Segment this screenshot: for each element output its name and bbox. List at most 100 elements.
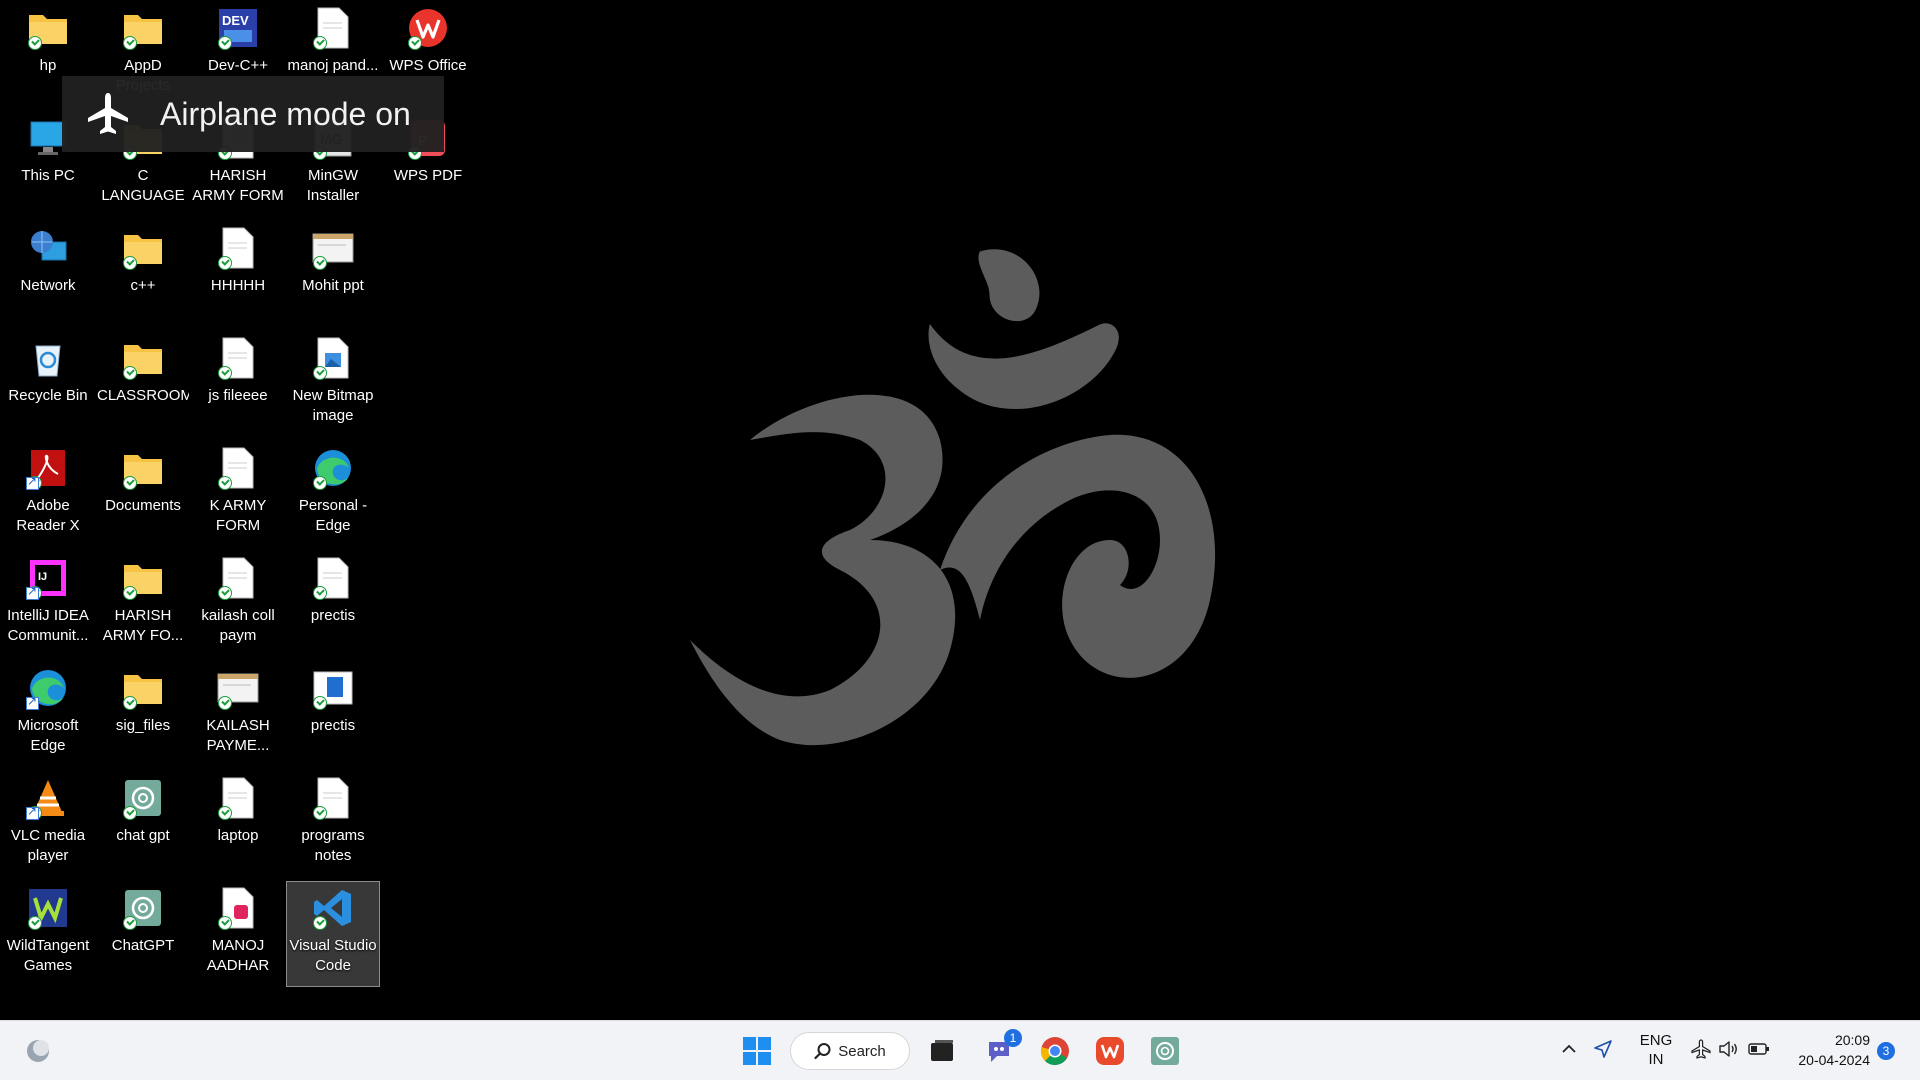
desktop-icon-harish-army-fo[interactable]: HARISH ARMY FO... — [97, 552, 189, 656]
desktop-icon-label: KAILASH PAYME... — [206, 717, 270, 754]
desktop-icon-label: HARISH ARMY FO... — [102, 607, 184, 644]
folder-icon — [121, 226, 165, 270]
battery-button[interactable] — [1747, 1038, 1771, 1064]
chatgpt-taskbar-button[interactable] — [1145, 1029, 1185, 1073]
notification-count-badge[interactable]: 3 — [1877, 1042, 1895, 1060]
sync-status-icon — [123, 476, 137, 490]
sync-status-icon — [313, 476, 327, 490]
desktop-icon-recycle-bin[interactable]: Recycle Bin — [2, 332, 94, 436]
desktop-icon-vlc-media-player[interactable]: VLC media player — [2, 772, 94, 876]
search-box[interactable]: Search — [790, 1032, 910, 1070]
folder-icon — [121, 6, 165, 50]
sync-status-icon — [313, 916, 327, 930]
edge-icon — [26, 666, 70, 710]
desktop-icon-prectis[interactable]: prectis — [287, 552, 379, 656]
chatgpt-icon — [121, 886, 165, 930]
desktop-icon-c[interactable]: c++ — [97, 222, 189, 326]
chevron-up-icon — [1562, 1044, 1576, 1053]
speaker-icon — [1719, 1041, 1737, 1057]
wps-icon — [406, 6, 450, 50]
teams-chat-button[interactable]: 1 — [980, 1029, 1022, 1073]
desktop-icon-documents[interactable]: Documents — [97, 442, 189, 546]
sync-status-icon — [123, 366, 137, 380]
svg-text:IJ: IJ — [38, 571, 47, 583]
intellij-icon: IJ — [26, 556, 70, 600]
sync-status-icon — [313, 36, 327, 50]
clock-time: 20:09 — [1834, 1032, 1870, 1048]
widgets-weather-button[interactable] — [18, 1029, 58, 1073]
chrome-button[interactable] — [1035, 1029, 1075, 1073]
bitmap-icon — [311, 336, 355, 380]
desktop-icon-label: Recycle Bin — [8, 387, 88, 404]
sync-status-icon — [313, 696, 327, 710]
desktop-icon-chat-gpt[interactable]: chat gpt — [97, 772, 189, 876]
desktop-icon-label: prectis — [310, 717, 356, 734]
sync-status-icon — [218, 256, 232, 270]
sync-status-icon — [218, 476, 232, 490]
desktop-icon-network[interactable]: Network — [2, 222, 94, 326]
sync-status-icon — [218, 36, 232, 50]
recycle-icon — [26, 336, 70, 380]
desktop-icon-label: kailash coll paym — [201, 607, 275, 644]
desktop-icon-microsoft-edge[interactable]: Microsoft Edge — [2, 662, 94, 766]
desktop-icon-prectis[interactable]: prectis — [287, 662, 379, 766]
shortcut-arrow-icon — [26, 474, 39, 490]
desktop-icon-laptop[interactable]: laptop — [192, 772, 284, 876]
desktop-icon-hhhhh[interactable]: HHHHH — [192, 222, 284, 326]
sync-status-icon — [28, 36, 42, 50]
folder-icon — [121, 556, 165, 600]
desktop-icon-label: chat gpt — [116, 827, 170, 844]
task-view-button[interactable] — [922, 1029, 962, 1073]
network-status-button[interactable] — [1690, 1038, 1712, 1064]
clock-date: 20-04-2024 — [1798, 1052, 1870, 1068]
desktop-icon-label: Visual Studio Code — [289, 937, 377, 974]
wps-taskbar-button[interactable] — [1090, 1029, 1130, 1073]
desktop-icon-programs-notes[interactable]: programs notes — [287, 772, 379, 876]
desktop-icon-kailash-payme[interactable]: KAILASH PAYME... — [192, 662, 284, 766]
doc-icon — [216, 776, 260, 820]
location-button[interactable] — [1592, 1038, 1614, 1064]
desktop-icon-sig-files[interactable]: sig_files — [97, 662, 189, 766]
start-button[interactable] — [737, 1029, 777, 1073]
desktop-icon-js-fileeee[interactable]: js fileeee — [192, 332, 284, 436]
task-view-icon — [931, 1040, 953, 1061]
input-language-button[interactable]: ENG IN — [1636, 1031, 1676, 1069]
sync-status-icon — [218, 806, 232, 820]
desktop-icon-intellij-idea-communit[interactable]: IJ IntelliJ IDEA Communit... — [2, 552, 94, 656]
desktop-icon-mohit-ppt[interactable]: Mohit ppt — [287, 222, 379, 326]
om-wallpaper — [690, 249, 1216, 746]
desktop-icon-label: laptop — [217, 827, 259, 844]
desktop-icon-label: js fileeee — [208, 387, 268, 404]
sync-status-icon — [408, 36, 422, 50]
desktop-icon-visual-studio-code[interactable]: Visual Studio Code — [286, 881, 380, 987]
desktop-icon-label: Mohit ppt — [302, 277, 364, 294]
desktop-icon-wildtangent-games[interactable]: WildTangent Games — [2, 882, 94, 986]
devcpp-icon: DEV — [216, 6, 260, 50]
show-hidden-icons-button[interactable] — [1558, 1038, 1580, 1064]
sync-status-icon — [28, 916, 42, 930]
desktop-icon-new-bitmap-image[interactable]: New Bitmap image — [287, 332, 379, 436]
volume-button[interactable] — [1717, 1038, 1739, 1064]
desktop-icon-label: MANOJ AADHAR — [206, 937, 270, 974]
sync-status-icon — [123, 586, 137, 600]
taskbar: Search 1 ENG IN 20:09 20-04-2024 3 — [0, 1020, 1920, 1080]
sync-status-icon — [123, 256, 137, 270]
desktop-icon-adobe-reader-x[interactable]: Adobe Reader X — [2, 442, 94, 546]
desktop[interactable]: hp This PC Network Recycle Bin Adobe Reader … — [0, 0, 1920, 1020]
sync-status-icon — [313, 586, 327, 600]
battery-icon — [1748, 1043, 1769, 1055]
sync-status-icon — [218, 586, 232, 600]
desktop-icon-label: VLC media player — [10, 827, 86, 864]
desktop-icon-label: Adobe Reader X — [16, 497, 80, 534]
desktop-icon-manoj-aadhar[interactable]: MANOJ AADHAR — [192, 882, 284, 986]
shortcut-arrow-icon — [26, 804, 39, 820]
desktop-icon-personal-edge[interactable]: Personal - Edge — [287, 442, 379, 546]
sync-status-icon — [218, 916, 232, 930]
region-code: IN — [1648, 1051, 1664, 1068]
desktop-icon-classroom[interactable]: CLASSROOM — [97, 332, 189, 436]
desktop-icon-k-army-form[interactable]: K ARMY FORM — [192, 442, 284, 546]
desktop-icon-chatgpt[interactable]: ChatGPT — [97, 882, 189, 986]
desktop-icon-label: New Bitmap image — [292, 387, 374, 424]
desktop-icon-kailash-coll-paym[interactable]: kailash coll paym — [192, 552, 284, 656]
clock-button[interactable]: 20:09 20-04-2024 — [1780, 1030, 1870, 1070]
